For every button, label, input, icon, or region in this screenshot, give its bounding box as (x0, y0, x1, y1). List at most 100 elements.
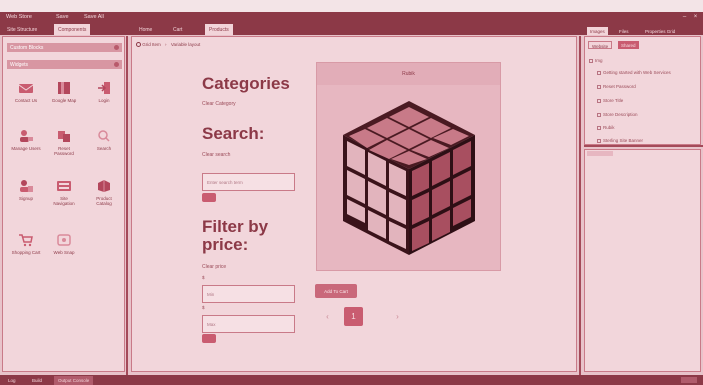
tree-item[interactable]: Sterling Site Banner (597, 138, 643, 143)
tab-cart[interactable]: Cart (169, 24, 186, 35)
tab-site-structure[interactable]: Site Structure (3, 24, 41, 35)
component-label: Login (98, 98, 110, 103)
section-widgets[interactable]: Widgets (7, 60, 122, 69)
component-label: Reset Password (54, 146, 74, 156)
preview-toolbar (587, 151, 613, 156)
snap-icon (57, 234, 71, 246)
component-signup[interactable]: Signup (11, 179, 41, 201)
pagination-current[interactable]: 1 (344, 307, 363, 326)
minimize-icon[interactable]: – (681, 14, 688, 21)
tree-item[interactable]: Reset Password (597, 84, 636, 89)
tree-item[interactable]: Getting started with Web Services (597, 70, 671, 75)
max-currency-label: $ (202, 305, 205, 310)
subtab-shared[interactable]: Shared (618, 41, 639, 49)
component-label: Web Snap (53, 250, 75, 255)
components-panel: Custom Blocks Widgets Contact Us Google … (2, 36, 125, 372)
tab-output-console[interactable]: Output Console (54, 376, 94, 385)
product-name: Rubik (317, 63, 500, 85)
status-indicator (681, 377, 697, 383)
pagination-next[interactable]: › (388, 307, 407, 326)
price-heading: Filter by price: (202, 217, 269, 254)
tree-item-label: Sterling Site Banner (603, 138, 644, 143)
map-icon (58, 82, 70, 94)
clear-search-link[interactable]: Clear search (202, 152, 230, 158)
login-icon (98, 82, 110, 94)
signup-icon (20, 180, 33, 192)
component-label: Manage Users (11, 146, 41, 151)
breadcrumb: Grid Item › Variable layout (136, 42, 200, 48)
tree-item-label: Reset Password (603, 84, 636, 89)
tab-components[interactable]: Components (54, 24, 91, 35)
reset-icon (58, 131, 70, 142)
tab-products[interactable]: Products (205, 24, 233, 35)
component-web-snap[interactable]: Web Snap (49, 233, 79, 255)
tab-files[interactable]: Files (616, 27, 632, 35)
right-splitter[interactable] (579, 36, 581, 375)
search-icon (98, 130, 110, 142)
preview-panel (584, 149, 701, 372)
tree-item-label: Getting started with Web Services (603, 70, 671, 75)
image-icon (597, 84, 601, 89)
tab-home[interactable]: Home (135, 24, 156, 35)
menubar: Web Store Save Save All – × (0, 12, 703, 23)
search-input[interactable]: Enter search term (202, 173, 295, 191)
tab-log[interactable]: Log (4, 376, 20, 385)
breadcrumb-item[interactable]: Grid Item (142, 42, 161, 47)
folder-icon (589, 58, 593, 63)
component-reset-password[interactable]: Reset Password (49, 129, 79, 156)
breadcrumb-item[interactable]: Variable layout (171, 42, 200, 47)
tree-item[interactable]: Store Description (597, 112, 638, 117)
clear-price-link[interactable]: Clear price (202, 264, 226, 270)
status-bar: Log Build Output Console (0, 375, 703, 385)
component-product-catalog[interactable]: Product Catalog (89, 179, 119, 206)
add-to-cart-button[interactable]: Add To Cart (315, 284, 357, 298)
tree-root[interactable]: Img (589, 58, 603, 63)
menu-app-title[interactable]: Web Store (6, 14, 32, 20)
tab-images[interactable]: Images (587, 27, 608, 35)
component-shopping-cart[interactable]: Shopping Cart (11, 233, 41, 255)
component-label: Site Navigation (53, 196, 75, 206)
contact-icon (18, 84, 34, 93)
component-manage-users[interactable]: Manage Users (11, 129, 41, 151)
horizontal-splitter[interactable] (584, 145, 703, 147)
app-window: Web Store Save Save All – × Site Structu… (0, 0, 703, 385)
component-contact-us[interactable]: Contact Us (11, 81, 41, 103)
search-heading: Search: (202, 124, 265, 143)
section-custom-blocks[interactable]: Custom Blocks (7, 43, 122, 52)
left-splitter[interactable] (126, 36, 128, 375)
menu-save-all[interactable]: Save All (84, 14, 104, 20)
component-label: Signup (18, 196, 33, 201)
tree-item[interactable]: Rubik (597, 125, 615, 130)
search-button[interactable] (202, 193, 216, 202)
tree-item-label: Store Title (603, 98, 624, 103)
pagination-prev[interactable]: ‹ (318, 307, 337, 326)
grid-icon (136, 42, 141, 48)
product-card[interactable]: Rubik (316, 62, 501, 271)
image-icon (597, 98, 601, 103)
expand-icon[interactable] (114, 45, 119, 50)
image-icon (597, 138, 601, 143)
section-widgets-label: Widgets (10, 62, 29, 68)
clear-category-link[interactable]: Clear Category (202, 101, 236, 107)
component-login[interactable]: Login (89, 81, 119, 103)
cart-icon (19, 234, 33, 247)
close-icon[interactable]: × (692, 14, 699, 21)
price-filter-button[interactable] (202, 334, 216, 343)
subtab-website[interactable]: Website (588, 41, 613, 49)
sitemap-icon (57, 181, 71, 191)
tab-build[interactable]: Build (28, 376, 46, 385)
tab-properties-grid[interactable]: Properties Grid (642, 27, 679, 35)
max-price-input[interactable]: Max (202, 315, 295, 333)
component-label: Product Catalog (96, 196, 112, 206)
component-search[interactable]: Search (89, 129, 119, 151)
tree-root-label: Img (595, 58, 603, 63)
component-google-map[interactable]: Google Map (49, 81, 79, 103)
expand-icon[interactable] (114, 62, 119, 67)
menu-save[interactable]: Save (56, 14, 69, 20)
rubiks-cube-image (343, 101, 475, 255)
tree-item[interactable]: Store Title (597, 98, 623, 103)
tree-item-label: Store Description (603, 112, 638, 117)
min-price-input[interactable]: Min (202, 285, 295, 303)
center-tab-bar: Home Cart Products (127, 23, 583, 35)
component-site-navigation[interactable]: Site Navigation (49, 179, 79, 206)
